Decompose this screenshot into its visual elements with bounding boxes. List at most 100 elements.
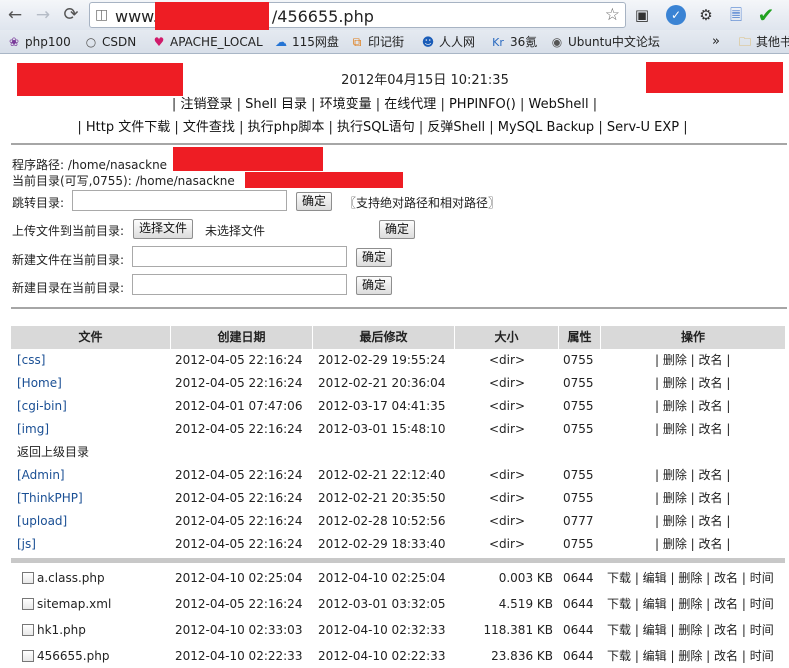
- nav-logout[interactable]: 注销登录: [180, 97, 232, 112]
- col-file: 文件: [11, 326, 171, 349]
- dir-link[interactable]: [upload]: [17, 510, 67, 533]
- row-actions[interactable]: 下载 | 编辑 | 删除 | 改名 | 时间: [607, 619, 774, 642]
- file-checkbox[interactable]: [22, 572, 34, 584]
- new-dir-button[interactable]: 确定: [356, 276, 393, 295]
- row-actions[interactable]: | 删除 | 改名 |: [655, 533, 730, 556]
- extension-doc-icon[interactable]: 🗏: [726, 5, 746, 25]
- created-date: 2012-04-05 22:16:24: [175, 537, 303, 551]
- bookmark-apache-local[interactable]: ♥ APACHE_LOCAL: [151, 33, 263, 51]
- bookmark-115[interactable]: ☁ 115网盘: [273, 33, 339, 51]
- row-actions[interactable]: | 删除 | 改名 |: [655, 372, 730, 395]
- choose-file-button[interactable]: 选择文件: [133, 219, 194, 239]
- created-date: 2012-04-10 02:33:03: [175, 623, 303, 637]
- dir-link[interactable]: [Home]: [17, 372, 62, 395]
- bookmark-36kr[interactable]: Kr 36氪: [489, 33, 537, 51]
- file-name[interactable]: sitemap.xml: [37, 593, 111, 616]
- file-size: <dir>: [489, 537, 525, 551]
- forward-arrow-icon[interactable]: →: [32, 4, 54, 26]
- nav-exec-sql[interactable]: 执行SQL语句: [337, 120, 415, 135]
- created-date: 2012-04-05 22:16:24: [175, 468, 303, 482]
- file-perm: 0755: [563, 491, 594, 505]
- parent-dir-link[interactable]: 返回上级目录: [17, 441, 89, 464]
- c-circle-icon: ○: [85, 35, 97, 49]
- bookmark-renren[interactable]: ☻ 人人网: [420, 33, 475, 51]
- bookmark-ubuntu[interactable]: ◉ Ubuntu中文论坛: [549, 33, 660, 51]
- row-actions[interactable]: 下载 | 编辑 | 删除 | 改名 | 时间: [607, 567, 774, 590]
- bookmark-star-icon[interactable]: ☆: [605, 5, 620, 25]
- nav-online-proxy[interactable]: 在线代理: [384, 97, 436, 112]
- nav-exec-php[interactable]: 执行php脚本: [248, 120, 325, 135]
- upload-button[interactable]: 确定: [379, 220, 416, 239]
- row-actions[interactable]: 下载 | 编辑 | 删除 | 改名 | 时间: [607, 593, 774, 616]
- file-size: <dir>: [489, 491, 525, 505]
- row-actions[interactable]: | 删除 | 改名 |: [655, 464, 730, 487]
- new-dir-label: 新建目录在当前目录:: [12, 281, 125, 295]
- file-size: <dir>: [489, 353, 525, 367]
- modified-date: 2012-03-01 03:32:05: [318, 597, 446, 611]
- nav-reverse-shell[interactable]: 反弹Shell: [427, 120, 485, 135]
- file-perm: 0755: [563, 422, 594, 436]
- dir-link[interactable]: [css]: [17, 349, 45, 372]
- new-file-label: 新建文件在当前目录:: [12, 253, 125, 267]
- file-checkbox[interactable]: [22, 624, 34, 636]
- table-header: 文件 创建日期 最后修改 大小 属性 操作: [11, 326, 785, 349]
- row-actions[interactable]: | 删除 | 改名 |: [655, 510, 730, 533]
- dir-link[interactable]: [Admin]: [17, 464, 65, 487]
- bookmark-php100[interactable]: ❀ php100: [6, 33, 71, 51]
- dir-link[interactable]: [img]: [17, 418, 49, 441]
- file-size: 4.519 KB: [498, 597, 553, 611]
- nav-phpinfo[interactable]: PHPINFO(): [449, 97, 516, 112]
- globe-icon: ◉: [551, 35, 563, 49]
- jump-dir-button[interactable]: 确定: [296, 192, 333, 211]
- file-perm: 0777: [563, 514, 594, 528]
- modified-date: 2012-02-21 20:36:04: [318, 376, 446, 390]
- jump-dir-note: 〖支持绝对路径和相对路径〗: [344, 196, 501, 210]
- nav-servu-exp[interactable]: Serv-U EXP: [607, 120, 679, 135]
- modified-date: 2012-04-10 02:25:04: [318, 571, 446, 585]
- bookmark-other[interactable]: 🗀 其他书: [737, 33, 789, 51]
- nav-file-search[interactable]: 文件查找: [183, 120, 235, 135]
- reload-icon[interactable]: ⟳: [60, 4, 82, 26]
- col-perm: 属性: [559, 326, 601, 349]
- extension-globe-icon[interactable]: ✓: [666, 5, 686, 25]
- settings-gear-icon[interactable]: ⚙: [696, 5, 716, 25]
- col-modified: 最后修改: [313, 326, 455, 349]
- redacted-program-path: [173, 147, 323, 171]
- dir-link[interactable]: [ThinkPHP]: [17, 487, 83, 510]
- bookmark-csdn[interactable]: ○ CSDN: [83, 33, 136, 51]
- table-row: [img] 2012-04-05 22:16:24 2012-03-01 15:48…: [11, 418, 785, 441]
- nav-shell-dir[interactable]: Shell 目录: [245, 97, 307, 112]
- row-actions[interactable]: | 删除 | 改名 |: [655, 395, 730, 418]
- bookmarks-overflow-chevron[interactable]: »: [712, 33, 720, 51]
- file-perm: 0755: [563, 537, 594, 551]
- row-actions[interactable]: | 删除 | 改名 |: [655, 418, 730, 441]
- back-arrow-icon[interactable]: ←: [4, 4, 26, 26]
- kr-icon: Kr: [492, 36, 504, 49]
- new-file-button[interactable]: 确定: [356, 248, 393, 267]
- row-actions[interactable]: | 删除 | 改名 |: [655, 349, 730, 372]
- nav-row-secondary: | Http 文件下载 | 文件查找 | 执行php脚本 | 执行SQL语句 |…: [77, 120, 688, 135]
- modified-date: 2012-03-17 04:41:35: [318, 399, 446, 413]
- nav-http-download[interactable]: Http 文件下载: [86, 120, 170, 135]
- upload-label: 上传文件到当前目录:: [12, 224, 125, 238]
- jump-dir-input[interactable]: [72, 190, 287, 211]
- new-file-input[interactable]: [132, 246, 347, 267]
- new-dir-input[interactable]: [132, 274, 347, 295]
- extension-panel-icon[interactable]: ▣: [632, 5, 652, 25]
- nav-mysql-backup[interactable]: MySQL Backup: [498, 120, 594, 135]
- bookmark-yinjijie[interactable]: ⧉ 印记街: [349, 33, 404, 51]
- row-actions[interactable]: | 删除 | 改名 |: [655, 487, 730, 510]
- file-name[interactable]: hk1.php: [37, 619, 86, 642]
- file-name[interactable]: a.class.php: [37, 567, 105, 590]
- dir-link[interactable]: [cgi-bin]: [17, 395, 67, 418]
- nav-webshell[interactable]: WebShell: [529, 97, 589, 112]
- file-checkbox[interactable]: [22, 650, 34, 662]
- nav-env-vars[interactable]: 环境变量: [320, 97, 372, 112]
- file-checkbox[interactable]: [22, 598, 34, 610]
- file-perm: 0755: [563, 353, 594, 367]
- table-row: a.class.php 2012-04-10 02:25:04 2012-04-10…: [11, 567, 785, 590]
- dir-link[interactable]: [js]: [17, 533, 36, 556]
- extension-check-icon[interactable]: ✔: [756, 5, 776, 25]
- program-path: 程序路径: /home/nasackne: [12, 158, 168, 172]
- file-size: <dir>: [489, 376, 525, 390]
